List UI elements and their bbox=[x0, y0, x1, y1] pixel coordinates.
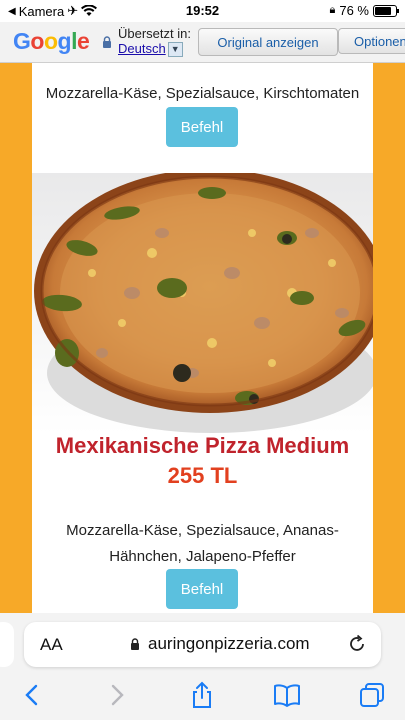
translated-label: Übersetzt in: bbox=[118, 26, 191, 41]
address-bar-area: AA auringonpizzeria.com bbox=[0, 613, 405, 673]
pizza-price: 255 TL bbox=[167, 463, 238, 488]
options-button[interactable]: Optionen bbox=[338, 28, 405, 54]
back-icon[interactable] bbox=[18, 681, 46, 709]
orientation-lock-icon: 🔒︎ bbox=[329, 4, 336, 16]
bookmarks-icon[interactable] bbox=[273, 681, 301, 709]
previous-tab-peek[interactable] bbox=[0, 622, 14, 667]
dropdown-arrow-icon[interactable]: ▼ bbox=[167, 42, 183, 58]
pizza-image[interactable] bbox=[32, 173, 373, 435]
order-button[interactable]: Befehl bbox=[166, 569, 238, 609]
language-selector[interactable]: Deutsch ▼ bbox=[118, 41, 191, 58]
url-text[interactable]: auringonpizzeria.com bbox=[148, 634, 310, 654]
battery-icon bbox=[373, 4, 399, 17]
text-size-label: AA bbox=[40, 635, 63, 654]
google-translate-bar: Google Übersetzt in: Deutsch ▼ Original a… bbox=[0, 22, 405, 63]
lock-icon bbox=[131, 638, 139, 650]
reload-icon[interactable] bbox=[347, 634, 367, 654]
language-link[interactable]: Deutsch bbox=[118, 41, 166, 56]
menu-card: Mozzarella-Käse, Spezialsauce, Kirschtom… bbox=[32, 63, 373, 618]
browser-toolbar bbox=[0, 673, 405, 720]
pizza-description: Mozzarella-Käse, Spezialsauce, Ananas-Hä… bbox=[66, 522, 339, 565]
tabs-icon[interactable] bbox=[358, 681, 386, 709]
show-original-button[interactable]: Original anzeigen bbox=[198, 28, 338, 56]
pizza-title: Mexikanische Pizza Medium bbox=[55, 433, 350, 458]
translated-info: Übersetzt in: Deutsch ▼ bbox=[118, 26, 191, 58]
lock-icon bbox=[103, 36, 111, 48]
status-bar: ◀ Kamera ✈ 19:52 🔒︎ 76 % bbox=[0, 0, 405, 22]
previous-item-description: Mozzarella-Käse, Spezialsauce, Kirschtom… bbox=[45, 85, 360, 102]
order-button-previous[interactable]: Befehl bbox=[166, 107, 238, 147]
status-right: 🔒︎ 76 % bbox=[329, 3, 399, 18]
google-logo: Google bbox=[13, 28, 90, 54]
address-field[interactable]: AA auringonpizzeria.com bbox=[24, 622, 381, 667]
battery-percent: 76 % bbox=[339, 3, 369, 18]
share-icon[interactable] bbox=[188, 681, 216, 709]
forward-icon[interactable] bbox=[103, 681, 131, 709]
text-size-button[interactable]: AA bbox=[40, 635, 63, 655]
